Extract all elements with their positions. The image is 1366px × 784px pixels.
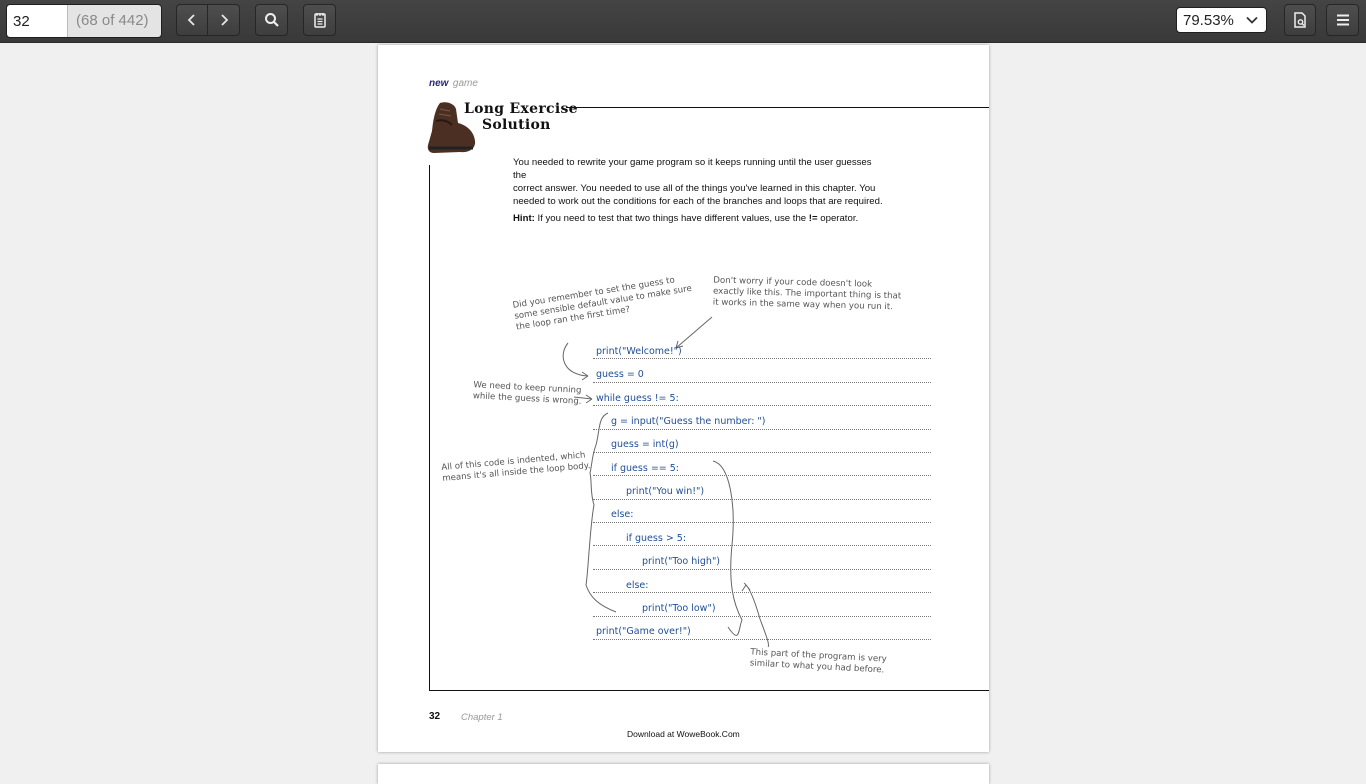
annotations-button[interactable] bbox=[303, 4, 336, 36]
next-document-page bbox=[378, 764, 989, 784]
chevron-left-icon bbox=[187, 14, 195, 26]
code-line: print("Too low") bbox=[642, 603, 716, 614]
code-line: print("Too high") bbox=[642, 556, 721, 567]
footer-chapter: Chapter 1 bbox=[461, 712, 503, 723]
zoom-value: 79.53% bbox=[1183, 11, 1234, 29]
code-line: while guess != 5: bbox=[596, 393, 679, 404]
page-number-input[interactable] bbox=[7, 5, 67, 37]
next-page-button[interactable] bbox=[207, 4, 240, 36]
code-rule bbox=[593, 358, 931, 359]
code-rule bbox=[593, 475, 931, 476]
code-rule bbox=[593, 429, 931, 430]
page-selector: (68 of 442) bbox=[6, 4, 162, 38]
code-rule bbox=[593, 592, 931, 593]
search-button[interactable] bbox=[255, 4, 288, 36]
footer-download-note: Download at WoweBook.Com bbox=[627, 729, 740, 739]
chevron-down-icon bbox=[1246, 16, 1258, 24]
toolbar: (68 of 442) 79.53% bbox=[0, 0, 1366, 43]
chevron-right-icon bbox=[220, 14, 228, 26]
code-line: print("Game over!") bbox=[596, 626, 691, 637]
annotation-arrows bbox=[562, 316, 769, 648]
hamburger-menu-icon bbox=[1336, 14, 1349, 26]
code-rule bbox=[593, 616, 931, 617]
zoom-select[interactable]: 79.53% bbox=[1176, 7, 1267, 33]
main-menu-button[interactable] bbox=[1326, 4, 1359, 36]
code-line: if guess > 5: bbox=[626, 533, 687, 544]
code-line: guess = 0 bbox=[596, 369, 644, 380]
code-line: guess = int(g) bbox=[611, 439, 679, 450]
code-line: else: bbox=[611, 509, 634, 520]
code-rule bbox=[593, 545, 931, 546]
code-line: else: bbox=[626, 580, 649, 591]
code-line: g = input("Guess the number: ") bbox=[611, 416, 766, 427]
code-line: if guess == 5: bbox=[611, 463, 680, 474]
code-rule bbox=[593, 405, 931, 406]
footer-page-number: 32 bbox=[429, 711, 441, 722]
code-line: print("Welcome!") bbox=[596, 346, 682, 357]
code-rule bbox=[593, 382, 931, 383]
code-rule bbox=[593, 499, 931, 500]
document-properties-button[interactable] bbox=[1284, 4, 1316, 36]
code-line: print("You win!") bbox=[626, 486, 705, 497]
code-rule bbox=[593, 522, 931, 523]
document-page: new game Long Exercise Solution You need… bbox=[378, 45, 989, 752]
search-icon bbox=[264, 13, 279, 27]
previous-page-button[interactable] bbox=[176, 4, 208, 36]
page-count-label: (68 of 442) bbox=[67, 5, 161, 37]
notes-icon bbox=[313, 13, 326, 28]
document-icon bbox=[1294, 12, 1306, 28]
code-rule bbox=[593, 452, 931, 453]
code-rule bbox=[593, 639, 931, 640]
code-rule bbox=[593, 569, 931, 570]
